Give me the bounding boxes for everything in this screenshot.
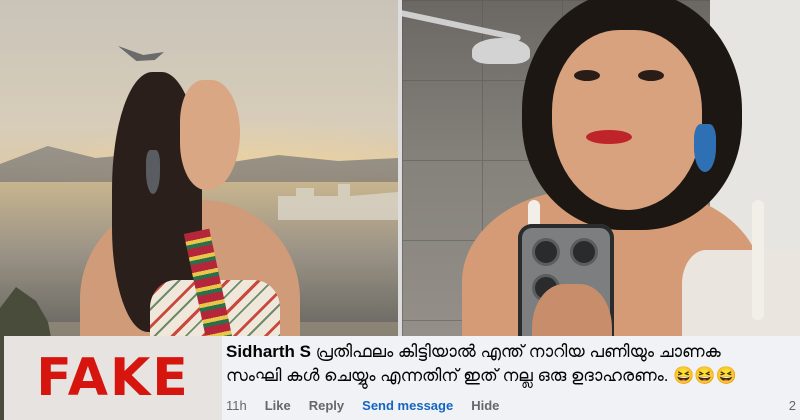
like-button[interactable]: Like bbox=[265, 398, 291, 413]
comment-line-1: Sidharth S പ്രതിഫലം കിട്ടിയാൽ എന്ത് നാറി… bbox=[226, 342, 721, 362]
send-message-button[interactable]: Send message bbox=[362, 398, 453, 413]
earring-left bbox=[146, 150, 160, 194]
comment-text-1: പ്രതിഫലം കിട്ടിയാൽ എന്ത് നാറിയ പണിയും ചാ… bbox=[315, 342, 721, 361]
trailing-count: 2 bbox=[788, 398, 796, 413]
comment-author[interactable]: Sidharth S bbox=[226, 342, 311, 361]
comment-box: FAKE Sidharth S പ്രതിഫലം കിട്ടിയാൽ എന്ത്… bbox=[4, 336, 800, 420]
comment-actions: 11h Like Reply Send message Hide bbox=[226, 398, 499, 413]
comment-time[interactable]: 11h bbox=[226, 398, 247, 413]
comment-line-2: സംഘി കൾ ചെയ്യും എന്നതിന് ഇത് നല്ല ഒരു ഉദ… bbox=[226, 366, 737, 386]
bird bbox=[118, 46, 164, 61]
woman-right-face bbox=[552, 30, 702, 210]
reply-button[interactable]: Reply bbox=[309, 398, 344, 413]
eye-right bbox=[638, 70, 664, 81]
eye-left bbox=[574, 70, 600, 81]
camera-lens bbox=[570, 238, 598, 266]
strap-right bbox=[752, 200, 764, 320]
lips bbox=[586, 130, 632, 144]
fake-label: FAKE bbox=[36, 348, 190, 408]
fake-stamp: FAKE bbox=[4, 336, 222, 420]
comment-body: Sidharth S പ്രതിഫലം കിട്ടിയാൽ എന്ത് നാറി… bbox=[226, 336, 800, 420]
comment-text-2: സംഘി കൾ ചെയ്യും എന്നതിന് ഇത് നല്ല ഒരു ഉദ… bbox=[226, 366, 737, 385]
earring-right bbox=[694, 124, 716, 172]
camera-lens bbox=[532, 238, 560, 266]
shower-head bbox=[472, 38, 530, 64]
hide-button[interactable]: Hide bbox=[471, 398, 499, 413]
